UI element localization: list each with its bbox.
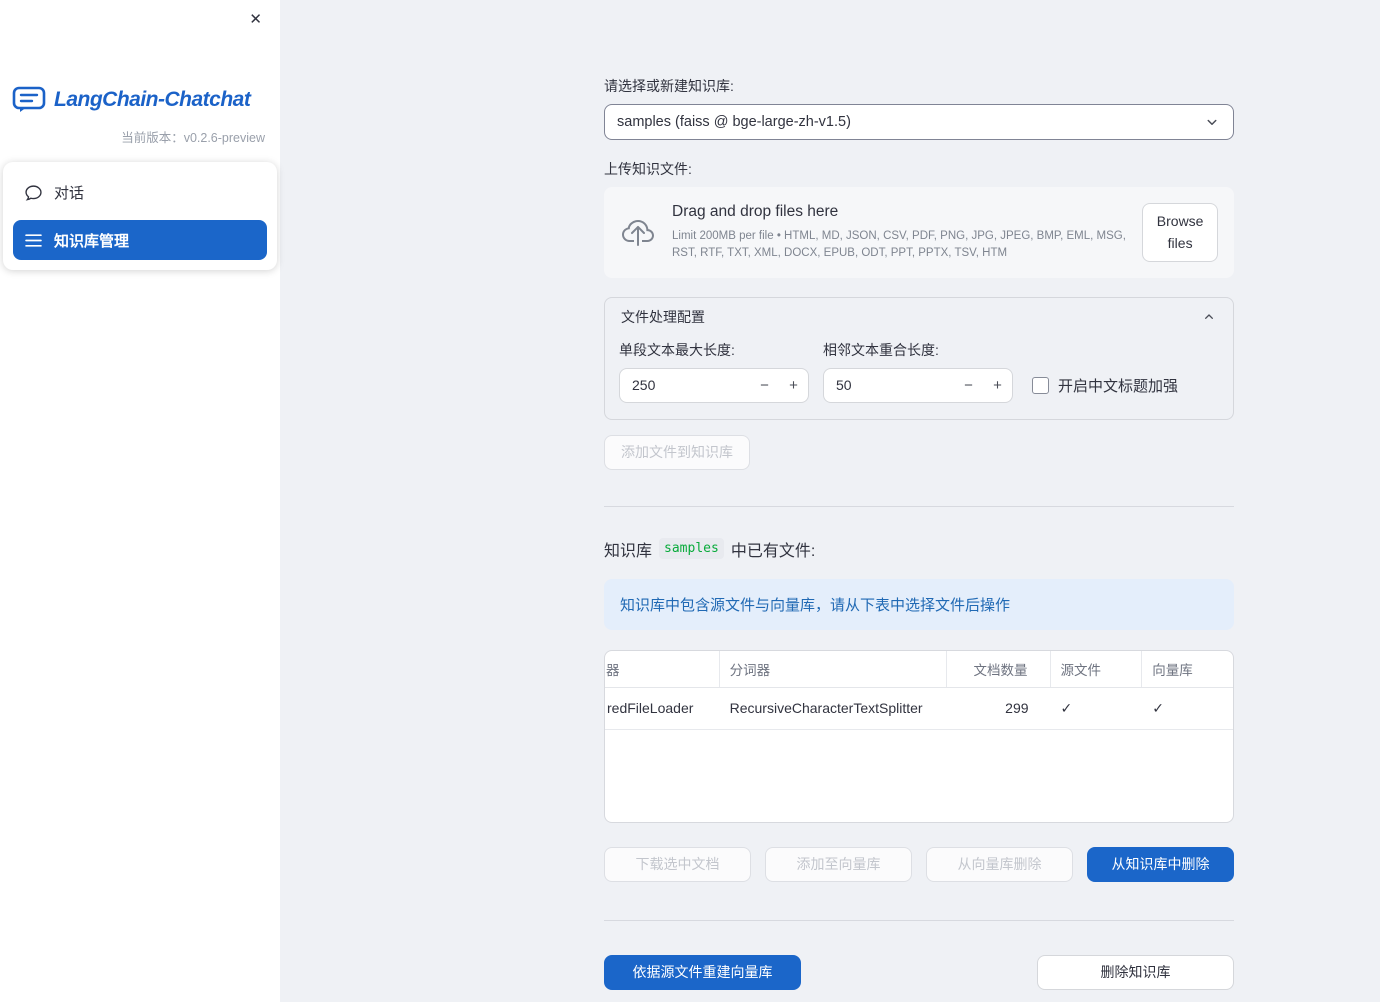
delete-from-kb-button[interactable]: 从知识库中删除 [1087, 846, 1234, 882]
header-cell-splitter: 分词器 [720, 650, 947, 687]
version-text: 当前版本：v0.2.6-preview [121, 131, 265, 145]
delete-from-vectorstore-button[interactable]: 从向量库删除 [926, 846, 1073, 882]
list-icon [25, 233, 42, 248]
upload-label: 上传知识文件: [604, 161, 692, 177]
kb-files-suffix: 中已有文件: [730, 542, 816, 560]
kb-selectbox[interactable]: samples (faiss @ bge-large-zh-v1.5) [604, 104, 1234, 140]
zh-title-checkbox-row: 开启中文标题加强 [1032, 368, 1178, 403]
dropzone-limit-text: Limit 200MB per file • HTML, MD, JSON, C… [672, 230, 1126, 259]
overlap-value: 50 [836, 377, 852, 394]
cell-source-check: ✓ [1060, 699, 1073, 716]
overlap-input[interactable]: 50 − + [823, 367, 1013, 403]
main-area: 请选择或新建知识库: samples (faiss @ bge-large-zh… [280, 0, 1380, 1002]
sidebar-item-label: 对话 [54, 184, 85, 202]
overlap-field: 相邻文本重合长度: 50 − + [823, 340, 1013, 403]
config-expander: 文件处理配置 单段文本最大长度: 250 − + 相邻文本重合长度: 50 − … [604, 296, 1234, 420]
app-logo: LangChain-Chatchat [0, 86, 280, 113]
kb-files-prefix: 知识库 [604, 542, 653, 560]
chat-bubble-icon [25, 184, 42, 201]
expander-title: 文件处理配置 [621, 308, 705, 325]
browse-files-button[interactable]: Browse files [1142, 203, 1218, 262]
zh-title-checkbox-label: 开启中文标题加强 [1058, 377, 1179, 395]
info-banner: 知识库中包含源文件与向量库，请从下表中选择文件后操作 [604, 578, 1234, 630]
cell-doc-count: 299 [1005, 700, 1029, 717]
dropzone-title: Drag and drop files here [672, 203, 839, 221]
header-cell-loader: 器 [605, 650, 720, 687]
kb-name-code: samples [659, 538, 724, 560]
kb-select-label: 请选择或新建知识库: [604, 78, 734, 94]
add-files-to-kb-button[interactable]: 添加文件到知识库 [604, 434, 750, 470]
chunk-size-value: 250 [632, 377, 656, 394]
logo-text: LangChain-Chatchat [54, 87, 251, 111]
chunk-size-field: 单段文本最大长度: 250 − + [619, 340, 809, 403]
add-to-vectorstore-button[interactable]: 添加至向量库 [765, 846, 912, 882]
kb-select-value: samples (faiss @ bge-large-zh-v1.5) [617, 114, 851, 130]
minus-button[interactable]: − [954, 369, 983, 402]
table-row[interactable]: redFileLoader RecursiveCharacterTextSpli… [605, 688, 1233, 730]
chunk-size-label: 单段文本最大长度: [619, 341, 735, 358]
sidebar-nav-card: 对话 知识库管理 [3, 162, 277, 270]
expander-header[interactable]: 文件处理配置 [605, 298, 1233, 336]
download-docs-button[interactable]: 下载选中文档 [604, 846, 751, 882]
minus-button[interactable]: − [750, 369, 779, 402]
cell-loader: redFileLoader [607, 700, 694, 717]
row-actions: 下载选中文档 添加至向量库 从向量库删除 从知识库中删除 [604, 846, 1234, 882]
overlap-label: 相邻文本重合长度: [823, 341, 939, 358]
table-header: 器 分词器 文档数量 源文件 向量库 [605, 650, 1233, 688]
rebuild-vectorstore-button[interactable]: 依据源文件重建向量库 [604, 954, 801, 990]
sidebar-item-label: 知识库管理 [54, 232, 130, 250]
cloud-upload-icon [620, 216, 656, 248]
dropzone-texts: Drag and drop files here Limit 200MB per… [672, 203, 1126, 261]
kb-files-heading: 知识库 samples 中已有文件: [604, 537, 1234, 561]
cell-splitter: RecursiveCharacterTextSplitter [729, 700, 923, 717]
expander-body: 单段文本最大长度: 250 − + 相邻文本重合长度: 50 − + 开启中文标… [605, 336, 1233, 419]
kb-actions: 依据源文件重建向量库 删除知识库 [604, 954, 1234, 990]
sidebar-item-chat[interactable]: 对话 [13, 172, 267, 212]
logo-chat-icon [12, 86, 46, 113]
file-dropzone[interactable]: Drag and drop files here Limit 200MB per… [604, 187, 1234, 278]
main-content: 请选择或新建知识库: samples (faiss @ bge-large-zh… [604, 0, 1234, 990]
divider [604, 919, 1234, 921]
cell-vector-check: ✓ [1152, 699, 1164, 716]
header-cell-source: 源文件 [1051, 650, 1143, 687]
chevron-up-icon [1201, 309, 1217, 325]
sidebar-close-button[interactable]: ✕ [245, 8, 266, 31]
sidebar-item-kb-management[interactable]: 知识库管理 [13, 220, 267, 260]
zh-title-checkbox[interactable] [1032, 376, 1049, 394]
plus-button[interactable]: + [779, 369, 808, 402]
delete-kb-button[interactable]: 删除知识库 [1037, 954, 1234, 990]
files-table: 器 分词器 文档数量 源文件 向量库 redFileLoader Recursi… [604, 649, 1234, 823]
chunk-size-input[interactable]: 250 − + [619, 367, 809, 403]
chevron-down-icon [1203, 113, 1221, 131]
plus-button[interactable]: + [983, 369, 1012, 402]
sidebar: ✕ LangChain-Chatchat 当前版本：v0.2.6-preview… [0, 0, 280, 1002]
header-cell-vector: 向量库 [1152, 662, 1193, 678]
divider [604, 505, 1234, 507]
header-cell-doc-count: 文档数量 [947, 650, 1051, 687]
